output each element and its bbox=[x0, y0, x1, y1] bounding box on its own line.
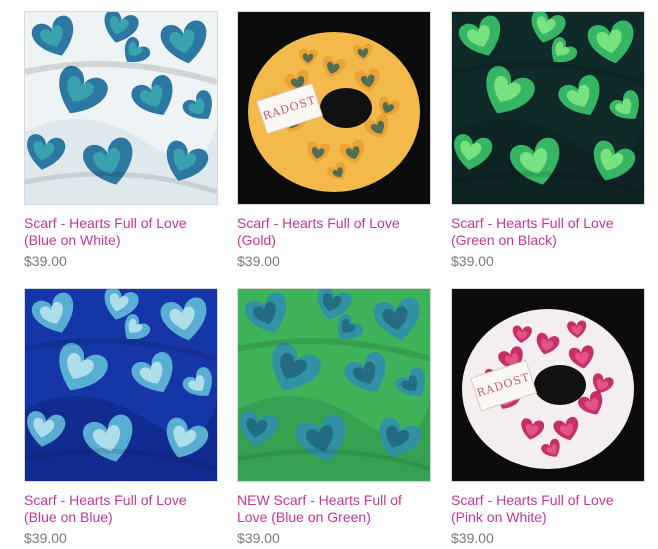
product-title[interactable]: Scarf - Hearts Full of Love (Gold) bbox=[237, 215, 431, 249]
product-card[interactable]: Scarf - Hearts Full of Love (Blue on Blu… bbox=[24, 288, 218, 547]
product-price: $39.00 bbox=[237, 530, 280, 546]
product-price: $39.00 bbox=[451, 253, 494, 269]
product-card[interactable]: Scarf - Hearts Full of Love (Green on Bl… bbox=[451, 11, 645, 270]
product-grid: Scarf - Hearts Full of Love (Blue on Whi… bbox=[0, 0, 658, 549]
product-card[interactable]: NEW Scarf - Hearts Full of Love (Blue on… bbox=[237, 288, 431, 547]
product-price: $39.00 bbox=[24, 530, 67, 546]
product-title[interactable]: NEW Scarf - Hearts Full of Love (Blue on… bbox=[237, 492, 431, 526]
product-image[interactable]: RADOST bbox=[451, 288, 645, 482]
product-title[interactable]: Scarf - Hearts Full of Love (Blue on Whi… bbox=[24, 215, 218, 249]
product-title[interactable]: Scarf - Hearts Full of Love (Pink on Whi… bbox=[451, 492, 645, 526]
product-title[interactable]: Scarf - Hearts Full of Love (Green on Bl… bbox=[451, 215, 645, 249]
product-title[interactable]: Scarf - Hearts Full of Love (Blue on Blu… bbox=[24, 492, 218, 526]
product-price: $39.00 bbox=[237, 253, 280, 269]
product-card[interactable]: RADOST Scarf - Hearts Full of Love (Gold… bbox=[237, 11, 431, 270]
product-image[interactable]: RADOST bbox=[237, 11, 431, 205]
product-card[interactable]: RADOST Scarf - Hearts Full of Love (Pink… bbox=[451, 288, 645, 547]
product-image[interactable] bbox=[24, 288, 218, 482]
product-price: $39.00 bbox=[451, 530, 494, 546]
product-image[interactable] bbox=[451, 11, 645, 205]
product-price: $39.00 bbox=[24, 253, 67, 269]
product-image[interactable] bbox=[237, 288, 431, 482]
product-image[interactable] bbox=[24, 11, 218, 205]
product-card[interactable]: Scarf - Hearts Full of Love (Blue on Whi… bbox=[24, 11, 218, 270]
